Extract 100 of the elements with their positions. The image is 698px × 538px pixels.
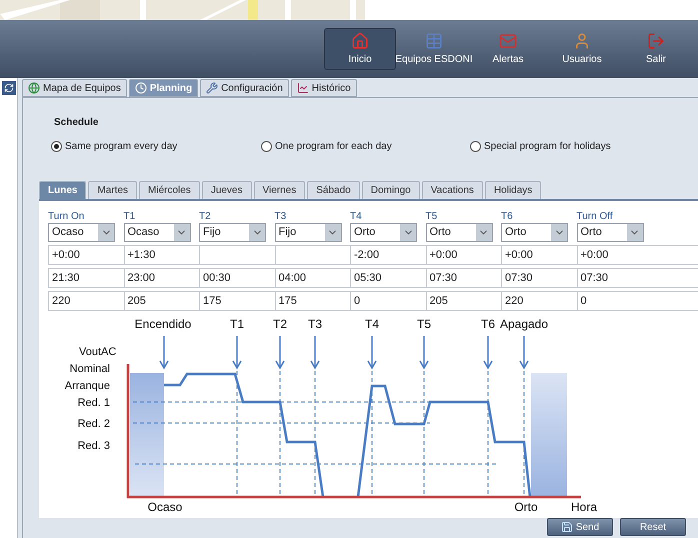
arrow <box>232 336 242 370</box>
chart-icon <box>296 82 309 94</box>
marker-label: T2 <box>273 317 287 331</box>
tab[interactable]: Histórico <box>290 79 357 97</box>
column-header: T5 <box>426 211 438 223</box>
marker-label: T6 <box>481 317 495 331</box>
radio-button[interactable] <box>261 141 272 152</box>
radio-option[interactable]: Same program every day <box>51 139 261 154</box>
column-header: T3 <box>274 211 288 223</box>
day-tab[interactable]: Holidays <box>484 181 542 199</box>
day-tab[interactable]: Sábado <box>307 181 360 199</box>
day-tab[interactable]: Jueves <box>202 181 252 199</box>
axis-label: VoutAC <box>79 346 116 358</box>
envelope-icon <box>499 32 517 50</box>
arrow <box>483 336 493 370</box>
save-icon <box>560 521 573 533</box>
nav-button[interactable]: Salir <box>620 28 692 70</box>
level-label: Red. 1 <box>78 397 110 409</box>
tab[interactable]: Mapa de Equipos <box>22 79 127 97</box>
mode-select[interactable]: Fijo <box>199 223 266 242</box>
column-header: T4 <box>350 211 363 223</box>
marker-label: Apagado <box>500 317 548 331</box>
table-cell[interactable]: 220 <box>48 292 124 310</box>
marker-label: T3 <box>308 317 322 331</box>
user-icon <box>573 32 591 50</box>
send-button[interactable]: Send <box>547 518 613 536</box>
arrow <box>159 336 169 370</box>
mode-select[interactable]: Orto <box>501 223 568 242</box>
wrench-icon <box>206 82 218 94</box>
tab[interactable]: Configuración <box>200 79 289 97</box>
axis-label: Hora <box>571 500 597 514</box>
clock-icon <box>134 82 147 94</box>
mode-select[interactable]: Orto <box>576 223 644 242</box>
table-cell[interactable]: +1:30 <box>124 246 199 264</box>
schedule-title: Schedule <box>54 116 100 130</box>
marker-label: T4 <box>365 317 379 331</box>
table-cell[interactable]: 21:30 <box>48 269 124 287</box>
globe-icon <box>28 82 40 94</box>
arrow <box>519 336 529 370</box>
nav-button[interactable]: Equipos ESDONI <box>398 28 470 70</box>
refresh-icon <box>4 83 14 93</box>
refresh-button[interactable] <box>2 81 16 95</box>
table-cell[interactable]: +0:00 <box>48 246 124 264</box>
mode-select[interactable]: Orto <box>350 223 417 242</box>
column-header: Turn On <box>48 211 86 223</box>
table-cell[interactable]: 00:30 <box>199 269 274 287</box>
arrow <box>310 336 320 370</box>
day-tab[interactable]: Martes <box>88 181 138 199</box>
radio-button[interactable] <box>51 141 62 152</box>
table-cell[interactable]: 175 <box>274 292 350 310</box>
level-label: Red. 3 <box>78 440 110 452</box>
mode-select[interactable]: Ocaso <box>124 223 190 242</box>
radio-button[interactable] <box>470 141 481 152</box>
day-tab[interactable]: Miércoles <box>139 181 200 199</box>
arrow <box>367 336 377 370</box>
day-tab[interactable]: Vacations <box>422 181 483 199</box>
marker-label: T5 <box>417 317 431 331</box>
column-header: T2 <box>199 211 212 223</box>
table-cell[interactable]: +0:00 <box>576 246 652 264</box>
arrow <box>419 336 429 370</box>
level-label: Red. 2 <box>78 418 110 430</box>
level-label: Arranque <box>64 380 110 392</box>
mode-select[interactable]: Ocaso <box>48 223 115 242</box>
table-cell[interactable]: 04:00 <box>274 269 350 287</box>
table-cell[interactable]: +0:00 <box>501 246 576 264</box>
mode-select[interactable]: Fijo <box>274 223 342 242</box>
level-label: Nominal <box>70 363 110 375</box>
day-tab[interactable]: Domingo <box>362 181 420 199</box>
column-header: T6 <box>501 211 514 223</box>
radio-option[interactable]: One program for each day <box>261 139 470 154</box>
exit-icon <box>647 32 665 50</box>
table-cell[interactable]: -2:00 <box>350 246 426 264</box>
day-tab[interactable]: Viernes <box>254 181 306 199</box>
home-icon <box>351 32 369 50</box>
column-header: Turn Off <box>576 211 614 223</box>
nav-button[interactable]: Alertas <box>472 28 544 70</box>
table-cell[interactable]: 0 <box>576 292 652 310</box>
axis-label: Orto <box>514 500 538 514</box>
marker-label: T1 <box>230 317 244 331</box>
table-cell[interactable]: 05:30 <box>350 269 426 287</box>
table-icon <box>425 32 443 50</box>
day-tab[interactable]: Lunes <box>39 181 86 199</box>
marker-label: Encendido <box>134 317 192 331</box>
nav-button[interactable]: Inicio <box>324 28 396 70</box>
arrow <box>275 336 285 370</box>
table-cell[interactable]: 175 <box>199 292 274 310</box>
table-cell[interactable]: 07:30 <box>426 269 501 287</box>
axis-label: Ocaso <box>148 500 182 514</box>
table-cell[interactable]: 07:30 <box>576 269 652 287</box>
reset-button[interactable]: Reset <box>620 518 686 536</box>
table-cell[interactable]: 0 <box>350 292 426 310</box>
table-cell[interactable]: +0:00 <box>426 246 501 264</box>
table-cell[interactable]: 07:30 <box>501 269 576 287</box>
nav-button[interactable]: Usuarios <box>546 28 618 70</box>
table-cell[interactable]: 205 <box>426 292 501 310</box>
table-cell[interactable]: 205 <box>124 292 199 310</box>
table-cell[interactable]: 220 <box>501 292 576 310</box>
mode-select[interactable]: Orto <box>426 223 492 242</box>
radio-option[interactable]: Special program for holidays <box>470 139 670 154</box>
table-cell[interactable]: 23:00 <box>124 269 199 287</box>
